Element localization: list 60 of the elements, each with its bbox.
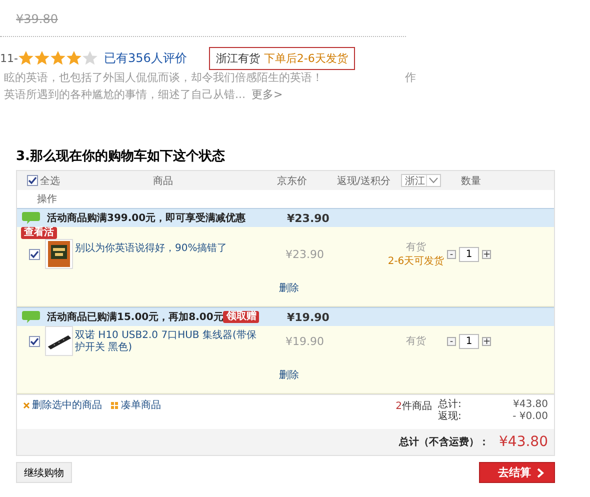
increase-button[interactable]: +	[482, 250, 491, 258]
region-dropdown[interactable]: 浙江	[401, 174, 441, 187]
product-title-link[interactable]: 双诺 H10 USB2.0 7口HUB 集线器(带保护开关 黑色)	[75, 326, 257, 354]
item-price: ¥23.90	[284, 248, 325, 260]
cashback-label: 返现:	[438, 411, 462, 423]
shipping-time: 下单后2-6天发货	[264, 50, 348, 66]
column-header: 操作	[37, 193, 57, 206]
column-header: 数量	[461, 174, 482, 188]
column-header: 京东价	[277, 174, 308, 188]
more-link[interactable]: 更多>	[252, 86, 283, 103]
grand-total-value: ¥43.80	[499, 434, 548, 450]
item-count-label: 件商品	[402, 401, 432, 412]
review-count-link[interactable]: 已有356人评价	[104, 50, 187, 66]
stock-region: 浙江有货	[216, 50, 260, 66]
description-text: 作	[405, 70, 416, 86]
total-label: 总计:	[438, 399, 462, 410]
column-header: 返现/送积分	[337, 174, 392, 188]
delete-link[interactable]: 删除	[279, 370, 299, 381]
quantity-field[interactable]: 1	[459, 334, 479, 348]
total-value: ¥43.80	[512, 399, 548, 411]
product-title-link[interactable]: 别以为你英语说得好，90%搞错了	[75, 239, 257, 255]
continue-shopping-button[interactable]: 继续购物	[16, 462, 72, 483]
product-thumbnail	[45, 326, 73, 356]
decrease-button[interactable]: -	[447, 336, 456, 346]
promotion-text: 活动商品购满399.00元，即可享受满减优惠	[47, 211, 246, 225]
item-count: 2	[396, 401, 402, 412]
product-thumbnail	[45, 239, 73, 269]
product-code: 11-	[0, 52, 18, 64]
cashback-value: - ¥0.00	[512, 411, 548, 423]
decrease-button[interactable]: -	[447, 250, 456, 258]
checkbox[interactable]	[29, 248, 40, 260]
checkbox[interactable]	[29, 336, 40, 346]
chevron-right-icon	[537, 468, 544, 478]
increase-button[interactable]: +	[482, 336, 491, 346]
shipping-time: 2-6天可发货	[388, 255, 444, 268]
promo-badge[interactable]: 领取赠	[223, 311, 260, 323]
grand-total-label: 总计（不含运费）：	[399, 436, 489, 449]
description-text: 英语所遇到的各种尴尬的事情，细述了自己从错...	[4, 87, 246, 103]
checkout-button[interactable]: 去结算	[479, 462, 555, 483]
speech-bubble-icon	[21, 211, 41, 225]
delete-link[interactable]: 删除	[279, 283, 299, 294]
promotion-text: 活动商品已购满15.00元，再加8.00元	[47, 310, 224, 324]
column-header: 商品	[153, 174, 174, 188]
group-subtotal: ¥19.90	[287, 310, 330, 324]
stock-status: 有货	[406, 241, 426, 254]
select-all-label: 全选	[40, 174, 60, 188]
item-price: ¥19.90	[284, 334, 325, 348]
promo-badge[interactable]: 查看活	[21, 227, 57, 239]
checkbox[interactable]	[27, 175, 38, 186]
old-price: ¥39.80	[16, 11, 59, 28]
section-heading: 3.那么现在你的购物车如下这个状态	[16, 149, 226, 165]
delete-selected-link[interactable]: 删除选中的商品	[32, 398, 102, 412]
add-on-items-link[interactable]: 凑单商品	[121, 398, 161, 412]
close-icon	[23, 402, 30, 408]
chevron-down-icon	[426, 175, 440, 186]
group-subtotal: ¥23.90	[287, 212, 330, 224]
quantity-field[interactable]: 1	[459, 246, 479, 262]
speech-bubble-icon	[21, 310, 41, 324]
description-text: 眩的英语，也包括了外国人侃侃而谈，却令我们倍感陌生的英语！	[4, 70, 323, 86]
stock-status: 有货	[406, 335, 426, 348]
